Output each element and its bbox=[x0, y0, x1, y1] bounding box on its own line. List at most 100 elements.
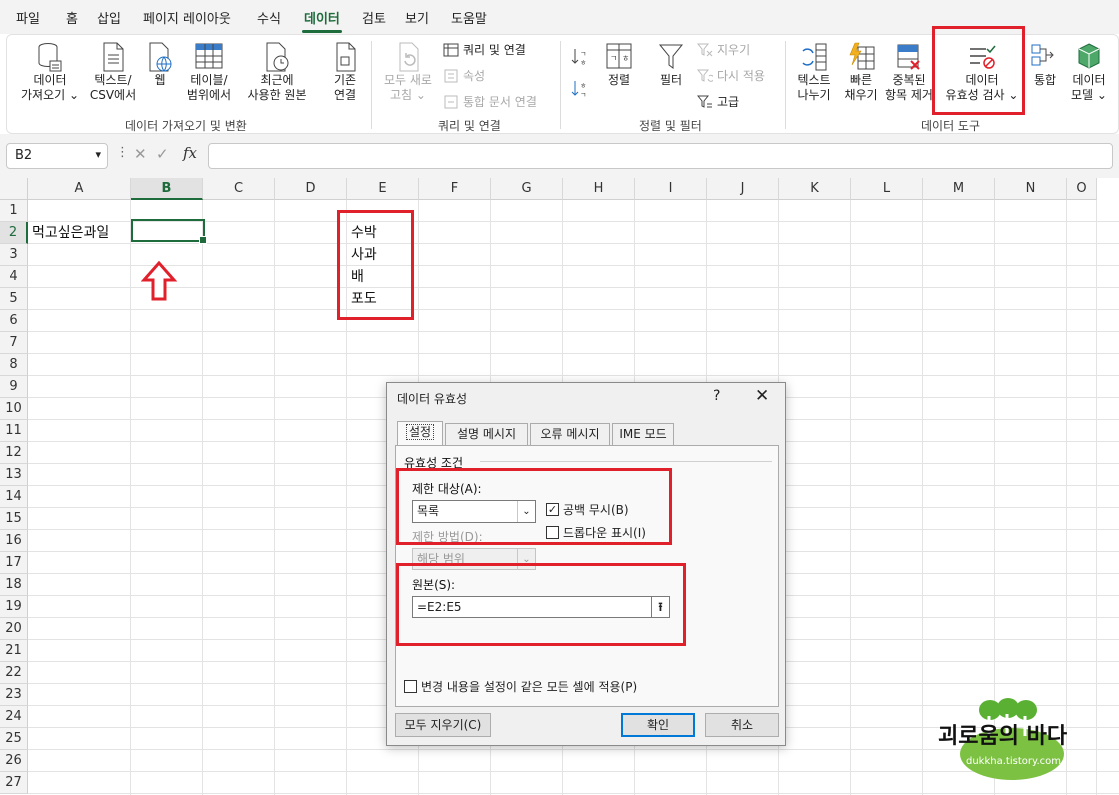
refresh-all-button[interactable]: 모두 새로 고침 ⌄ bbox=[377, 41, 439, 103]
cancel-button[interactable]: 취소 bbox=[705, 713, 779, 737]
row-header-27[interactable]: 27 bbox=[0, 772, 28, 794]
reapply-button[interactable]: 다시 적용 bbox=[697, 67, 765, 84]
tab-help[interactable]: 도움말 bbox=[451, 8, 487, 27]
row-header-21[interactable]: 21 bbox=[0, 640, 28, 662]
queries-connections-button[interactable]: 쿼리 및 연결 bbox=[443, 41, 526, 58]
row-header-5[interactable]: 5 bbox=[0, 288, 28, 310]
column-header-a[interactable]: A bbox=[28, 178, 131, 200]
tab-file[interactable]: 파일 bbox=[16, 8, 40, 27]
row-header-20[interactable]: 20 bbox=[0, 618, 28, 640]
sort-za-button[interactable]: ㅎㄱ bbox=[570, 79, 590, 99]
tab-input-message-label: 설명 메시지 bbox=[456, 427, 516, 441]
row-header-4[interactable]: 4 bbox=[0, 266, 28, 288]
column-header-g[interactable]: G bbox=[491, 178, 563, 200]
row-header-13[interactable]: 13 bbox=[0, 464, 28, 486]
text-csv-button[interactable]: 텍스트/ CSV에서 bbox=[87, 41, 139, 103]
confirm-check-icon[interactable]: ✓ bbox=[156, 145, 169, 163]
tab-error-alert[interactable]: 오류 메시지 bbox=[530, 423, 610, 445]
row-header-22[interactable]: 22 bbox=[0, 662, 28, 684]
refresh-all-label-2: 고침 ⌄ bbox=[390, 88, 426, 102]
column-header-m[interactable]: M bbox=[923, 178, 995, 200]
column-header-h[interactable]: H bbox=[563, 178, 635, 200]
column-header-n[interactable]: N bbox=[995, 178, 1067, 200]
sort-button[interactable]: ㄱㅎ 정렬 bbox=[599, 41, 639, 88]
apply-all-checkbox[interactable]: 변경 내용을 설정이 같은 모든 셀에 적용(P) bbox=[404, 678, 637, 695]
row-header-9[interactable]: 9 bbox=[0, 376, 28, 398]
row-header-26[interactable]: 26 bbox=[0, 750, 28, 772]
table-range-label-2: 범위에서 bbox=[186, 88, 232, 102]
help-button[interactable]: ? bbox=[713, 388, 720, 404]
formula-input[interactable] bbox=[208, 143, 1113, 169]
row-header-8[interactable]: 8 bbox=[0, 354, 28, 376]
insert-function-icon[interactable]: fx bbox=[183, 144, 197, 162]
row-header-18[interactable]: 18 bbox=[0, 574, 28, 596]
tab-ime-mode[interactable]: IME 모드 bbox=[612, 423, 674, 445]
table-range-button[interactable]: 테이블/ 범위에서 bbox=[181, 41, 237, 103]
recent-sources-button[interactable]: 최근에 사용한 원본 bbox=[241, 41, 313, 103]
row-header-1[interactable]: 1 bbox=[0, 200, 28, 222]
remove-duplicates-label-1: 중복된 bbox=[892, 73, 926, 87]
text-to-columns-button[interactable]: 텍스트 나누기 bbox=[791, 41, 837, 103]
tab-input-message[interactable]: 설명 메시지 bbox=[445, 423, 528, 445]
row-header-25[interactable]: 25 bbox=[0, 728, 28, 750]
column-header-j[interactable]: J bbox=[707, 178, 779, 200]
text-to-columns-icon bbox=[802, 43, 827, 71]
row-header-23[interactable]: 23 bbox=[0, 684, 28, 706]
close-icon[interactable]: ✕ bbox=[755, 386, 769, 406]
tab-settings[interactable]: 설정 bbox=[397, 421, 443, 446]
row-header-19[interactable]: 19 bbox=[0, 596, 28, 618]
flash-fill-button[interactable]: 빠른 채우기 bbox=[839, 41, 883, 103]
row-header-24[interactable]: 24 bbox=[0, 706, 28, 728]
row-header-11[interactable]: 11 bbox=[0, 420, 28, 442]
existing-connections-button[interactable]: 기존 연결 bbox=[325, 41, 365, 103]
row-gridline bbox=[28, 375, 1119, 376]
active-cell-b2[interactable] bbox=[131, 219, 207, 244]
row-header-3[interactable]: 3 bbox=[0, 244, 28, 266]
column-header-c[interactable]: C bbox=[203, 178, 275, 200]
tab-home[interactable]: 홈 bbox=[66, 8, 78, 27]
row-header-2[interactable]: 2 bbox=[0, 222, 28, 244]
text-to-columns-label-1: 텍스트 bbox=[797, 73, 831, 87]
tab-view[interactable]: 보기 bbox=[405, 8, 429, 27]
row-header-6[interactable]: 6 bbox=[0, 310, 28, 332]
edit-links-button[interactable]: 통합 문서 연결 bbox=[443, 93, 537, 110]
column-header-f[interactable]: F bbox=[419, 178, 491, 200]
web-button[interactable]: 웹 bbox=[143, 41, 177, 88]
tab-data[interactable]: 데이터 bbox=[302, 8, 342, 33]
column-header-d[interactable]: D bbox=[275, 178, 347, 200]
ok-button[interactable]: 확인 bbox=[621, 713, 695, 737]
tab-insert[interactable]: 삽입 bbox=[97, 8, 121, 27]
tab-formulas[interactable]: 수식 bbox=[257, 8, 281, 27]
select-all-corner[interactable] bbox=[0, 178, 28, 200]
row-header-16[interactable]: 16 bbox=[0, 530, 28, 552]
row-header-17[interactable]: 17 bbox=[0, 552, 28, 574]
clear-filter-button[interactable]: 지우기 bbox=[697, 41, 750, 58]
row-header-12[interactable]: 12 bbox=[0, 442, 28, 464]
row-header-15[interactable]: 15 bbox=[0, 508, 28, 530]
column-header-e[interactable]: E bbox=[347, 178, 419, 200]
row-header-10[interactable]: 10 bbox=[0, 398, 28, 420]
tab-review[interactable]: 검토 bbox=[362, 8, 386, 27]
remove-duplicates-button[interactable]: 중복된 항목 제거 bbox=[883, 41, 935, 103]
cell-a2[interactable]: 먹고싶은과일 bbox=[32, 222, 109, 242]
clear-all-button[interactable]: 모두 지우기(C) bbox=[395, 713, 491, 737]
column-header-i[interactable]: I bbox=[635, 178, 707, 200]
name-box[interactable]: B2 ▾ bbox=[6, 143, 108, 169]
advanced-filter-button[interactable]: 고급 bbox=[697, 93, 739, 110]
data-model-button[interactable]: 데이터 모델 ⌄ bbox=[1065, 41, 1113, 103]
table-range-label-1: 테이블/ bbox=[190, 73, 228, 87]
cancel-x-icon[interactable]: ✕ bbox=[134, 145, 147, 163]
sort-az-button[interactable]: ㄱㅎ bbox=[570, 47, 590, 67]
filter-button[interactable]: 필터 bbox=[651, 41, 691, 88]
recent-sources-label-1: 최근에 bbox=[260, 73, 294, 87]
get-data-button[interactable]: 데이터 가져오기 ⌄ bbox=[17, 41, 83, 103]
row-header-14[interactable]: 14 bbox=[0, 486, 28, 508]
column-header-k[interactable]: K bbox=[779, 178, 851, 200]
properties-button[interactable]: 속성 bbox=[443, 67, 485, 84]
column-header-l[interactable]: L bbox=[851, 178, 923, 200]
row-header-7[interactable]: 7 bbox=[0, 332, 28, 354]
column-header-b[interactable]: B bbox=[131, 178, 203, 200]
consolidate-button[interactable]: 통합 bbox=[1029, 41, 1061, 88]
column-header-o[interactable]: O bbox=[1067, 178, 1097, 200]
tab-page-layout[interactable]: 페이지 레이아웃 bbox=[143, 8, 231, 27]
